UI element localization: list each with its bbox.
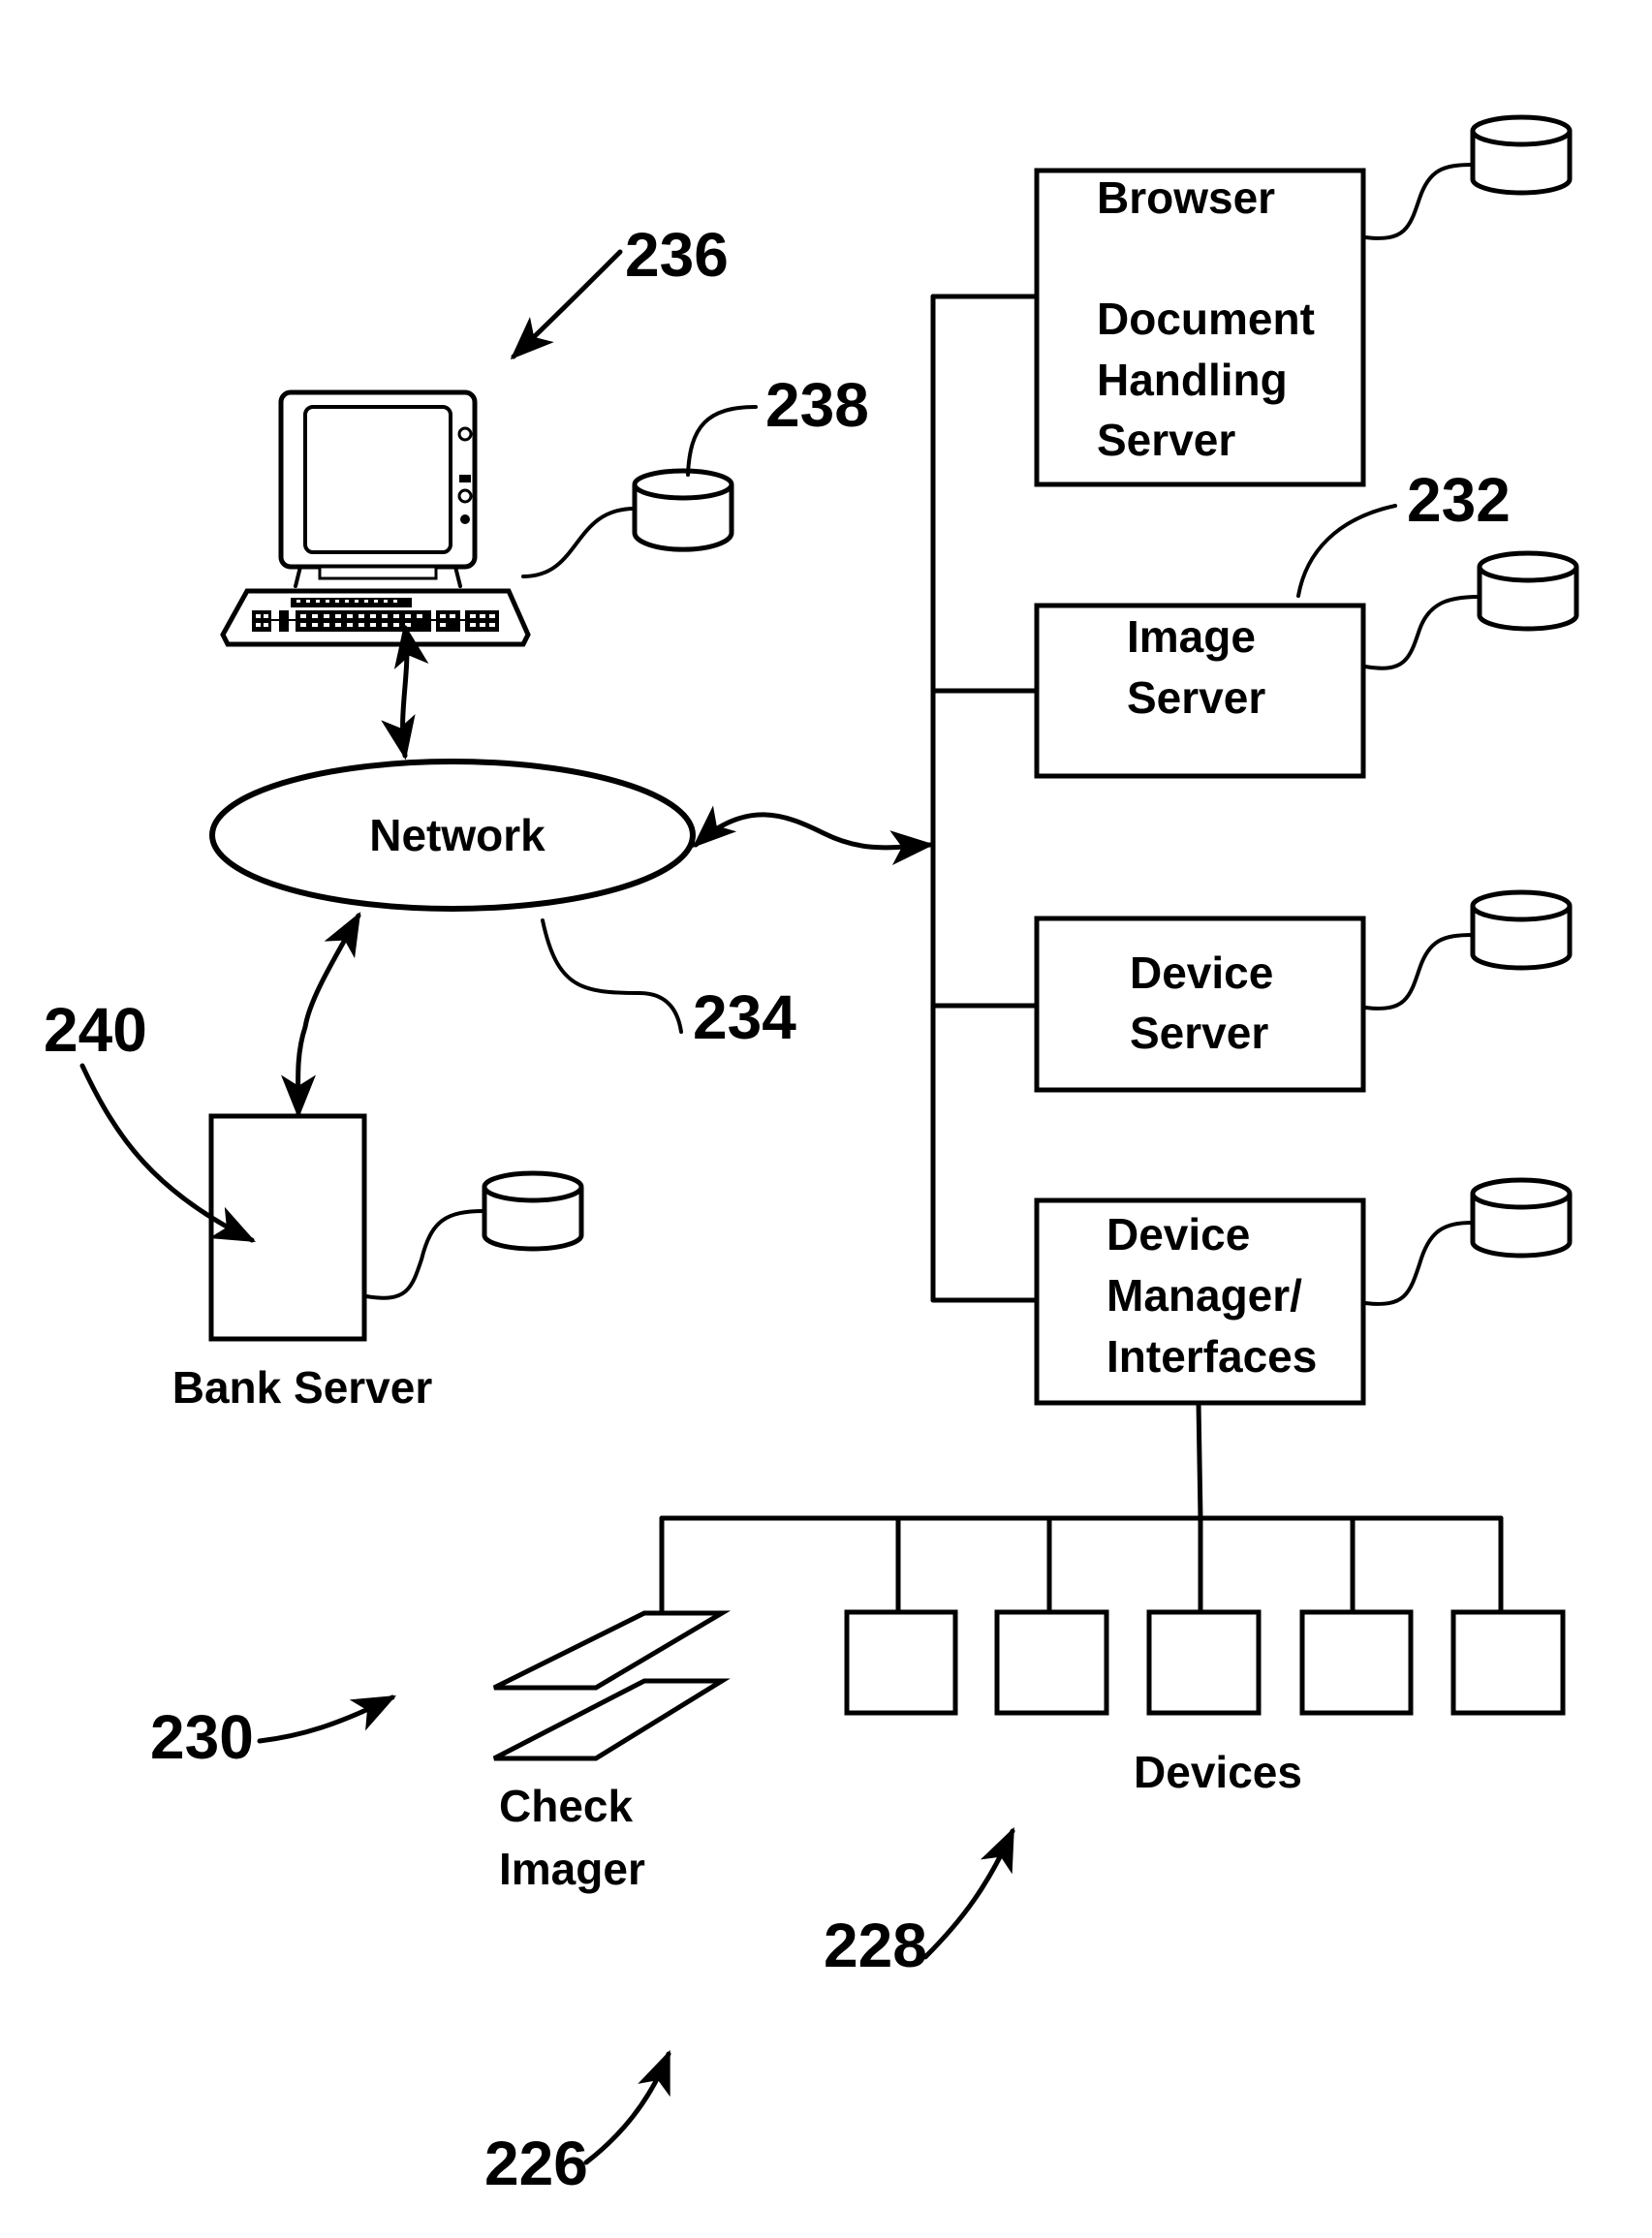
node-line: Device	[1130, 948, 1273, 998]
image-server-node[interactable]: Image Server	[1034, 603, 1366, 779]
ref-arrow-228	[922, 1826, 1015, 1960]
device-server-node[interactable]: Device Server	[1034, 916, 1366, 1093]
database-icon-workstation	[521, 468, 734, 578]
check-imager-icon[interactable]	[492, 1610, 732, 1761]
workstation-icon	[220, 389, 531, 647]
ref-arrow-236	[510, 249, 623, 360]
system-diagram: 236 238 Network 234 Bank Server 240 Brow…	[44, 114, 1579, 2198]
device-manager-node[interactable]: Device Manager/ Interfaces	[1034, 1197, 1366, 1406]
node-line: Browser	[1097, 172, 1275, 223]
ref-leader-238	[686, 405, 758, 477]
ref-arrow-226	[583, 2049, 671, 2165]
ref-label-238: 238	[765, 370, 869, 440]
ref-label-240: 240	[44, 995, 147, 1065]
connector-workstation-network[interactable]	[381, 623, 429, 761]
check-imager-label: Imager	[499, 1844, 645, 1894]
device-box[interactable]	[1450, 1609, 1566, 1716]
bank-server-label: Bank Server	[172, 1362, 433, 1413]
ref-label-232: 232	[1407, 465, 1511, 535]
database-icon-bank	[364, 1170, 584, 1300]
ref-leader-234	[541, 918, 683, 1034]
ref-arrow-230	[257, 1694, 397, 1744]
ref-label-236: 236	[625, 220, 729, 290]
node-line: Device	[1107, 1209, 1250, 1259]
bank-server-node[interactable]	[208, 1113, 367, 1342]
ref-label-230: 230	[150, 1702, 254, 1772]
check-imager-label: Check	[499, 1781, 633, 1831]
node-line: Server	[1127, 672, 1265, 723]
device-box[interactable]	[994, 1609, 1109, 1716]
ref-label-226: 226	[484, 2129, 588, 2198]
network-label: Network	[369, 810, 545, 860]
devices-label: Devices	[1134, 1747, 1302, 1797]
node-line: Manager/	[1107, 1270, 1302, 1321]
connector-network-servers[interactable]	[692, 805, 935, 865]
ref-label-228: 228	[824, 1911, 927, 1980]
node-line: Server	[1097, 415, 1235, 465]
node-line: Server	[1130, 1008, 1268, 1058]
device-manager-drop	[1196, 1400, 1203, 1521]
node-line: Handling	[1097, 355, 1288, 405]
ref-leader-232	[1296, 504, 1397, 598]
database-icon-device-server	[1363, 889, 1573, 1010]
node-line: Interfaces	[1107, 1331, 1317, 1382]
database-icon-image	[1363, 550, 1579, 670]
device-box[interactable]	[1146, 1609, 1262, 1716]
device-box[interactable]	[844, 1609, 958, 1716]
node-line: Image	[1127, 611, 1256, 662]
document-handling-server-node[interactable]: Browser Document Handling Server	[1034, 168, 1366, 487]
database-icon-browser	[1363, 114, 1573, 240]
device-box[interactable]	[1299, 1609, 1414, 1716]
network-node[interactable]: Network	[209, 759, 696, 912]
node-line: Document	[1097, 294, 1315, 344]
database-icon-device-manager	[1363, 1177, 1573, 1306]
connector-network-bank[interactable]	[280, 912, 361, 1119]
ref-label-234: 234	[693, 982, 796, 1052]
